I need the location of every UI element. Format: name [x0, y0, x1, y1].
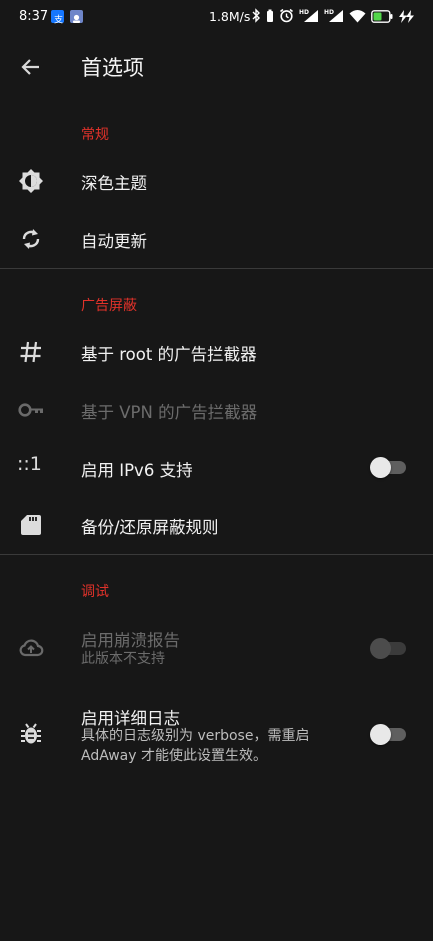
status-time: 8:37 — [19, 9, 49, 24]
page-title: 首选项 — [81, 56, 144, 80]
back-arrow-icon[interactable] — [18, 54, 44, 80]
toggle-thumb — [370, 457, 391, 478]
alipay-notification-icon: 支 — [51, 10, 64, 26]
auto-update-label: 自动更新 — [81, 232, 147, 251]
bug-icon — [17, 720, 45, 748]
svg-text:HD: HD — [324, 9, 334, 16]
toggle-thumb — [370, 724, 391, 745]
status-bar: 8:37 支 1.8M/s HD HD — [0, 0, 433, 34]
bluetooth-icon — [252, 7, 261, 27]
hash-icon — [17, 338, 45, 366]
key-icon — [17, 396, 45, 424]
sd-card-icon — [17, 511, 45, 539]
backup-restore-label: 备份/还原屏蔽规则 — [81, 518, 219, 537]
sync-icon — [17, 225, 45, 253]
pref-verbose-log[interactable]: 启用详细日志 具体的日志级别为 verbose，需重启 AdAway 才能使此设… — [0, 694, 433, 780]
root-blocker-label: 基于 root 的广告拦截器 — [81, 345, 257, 364]
pref-crash-report[interactable]: 启用崩溃报告 此版本不支持 — [0, 612, 433, 684]
section-divider — [0, 554, 433, 555]
ipv6-toggle[interactable] — [370, 457, 406, 478]
hd-signal-1-icon: HD — [299, 8, 319, 27]
network-speed: 1.8M/s — [209, 9, 251, 24]
device-battery-icon — [266, 8, 274, 27]
ipv6-icon: ::1 — [17, 453, 42, 475]
pref-dark-theme[interactable]: 深色主题 — [0, 153, 433, 210]
hd-signal-2-icon: HD — [324, 8, 344, 27]
preferences-screen: 8:37 支 1.8M/s HD HD 首选项 常规 深色主题 自动更新 广告屏… — [0, 0, 433, 941]
verbose-log-summary-line1: 具体的日志级别为 verbose，需重启 — [81, 728, 310, 744]
pref-root-blocker[interactable]: 基于 root 的广告拦截器 — [0, 323, 433, 380]
pref-auto-update[interactable]: 自动更新 — [0, 210, 433, 267]
status-icons: HD HD — [252, 7, 415, 27]
wifi-icon — [349, 8, 366, 27]
pref-ipv6[interactable]: ::1 启用 IPv6 支持 — [0, 439, 433, 496]
crash-report-summary: 此版本不支持 — [81, 651, 165, 667]
brightness-icon — [17, 167, 45, 195]
cloud-upload-icon — [17, 634, 45, 662]
section-divider — [0, 268, 433, 269]
charging-icon — [398, 8, 415, 27]
section-header-debug: 调试 — [81, 584, 109, 600]
battery-icon — [371, 8, 393, 27]
section-header-general: 常规 — [81, 127, 109, 143]
app-bar: 首选项 — [0, 34, 433, 98]
crash-report-toggle[interactable] — [370, 638, 406, 659]
toggle-thumb — [370, 638, 391, 659]
verbose-log-summary-line2: AdAway 才能使此设置生效。 — [81, 748, 267, 764]
vpn-blocker-label: 基于 VPN 的广告拦截器 — [81, 403, 258, 422]
section-header-ad-blocking: 广告屏蔽 — [81, 298, 137, 314]
pref-backup-restore[interactable]: 备份/还原屏蔽规则 — [0, 497, 433, 554]
app-notification-icon — [70, 10, 83, 23]
dark-theme-label: 深色主题 — [81, 174, 147, 193]
ipv6-label: 启用 IPv6 支持 — [81, 461, 193, 480]
alarm-icon — [279, 8, 294, 27]
pref-vpn-blocker[interactable]: 基于 VPN 的广告拦截器 — [0, 381, 433, 438]
crash-report-label: 启用崩溃报告 — [81, 631, 180, 650]
svg-text:HD: HD — [299, 9, 309, 16]
svg-text:支: 支 — [54, 14, 63, 26]
verbose-log-toggle[interactable] — [370, 724, 406, 745]
